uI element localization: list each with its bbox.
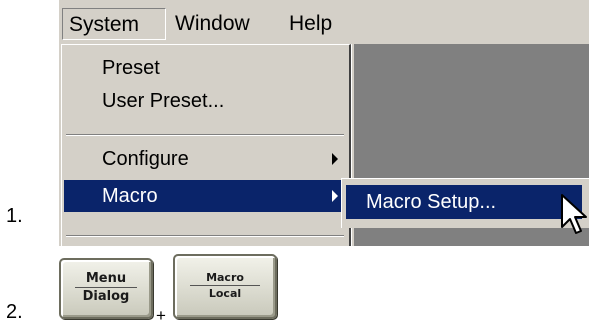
submenu-item-macro-setup[interactable]: Macro Setup...	[346, 185, 582, 219]
step-number-1: 1.	[6, 205, 23, 227]
menu-item-user-preset[interactable]: User Preset...	[64, 85, 348, 117]
key-label-line1: Macro	[206, 271, 244, 284]
menu-item-label: User Preset...	[102, 90, 225, 112]
macro-local-key[interactable]: Macro Local	[173, 254, 277, 319]
step-number-2: 2.	[6, 301, 23, 323]
key-label: Macro Local	[181, 261, 269, 310]
submenu-arrow-icon	[332, 153, 338, 165]
system-menu-dropdown: Preset User Preset... Configure Macro	[61, 44, 351, 246]
key-label-line2: Dialog	[82, 289, 130, 304]
menu-item-label: Configure	[102, 148, 189, 170]
key-divider	[74, 287, 138, 288]
submenu-arrow-icon	[332, 190, 338, 202]
menu-system[interactable]: System	[62, 8, 166, 40]
menu-help[interactable]: Help	[283, 8, 353, 40]
menu-separator	[66, 134, 344, 136]
menu-item-macro[interactable]: Macro	[64, 180, 348, 212]
macro-submenu: Macro Setup...	[341, 178, 589, 228]
key-label-line1: Menu	[85, 271, 127, 286]
menu-item-preset[interactable]: Preset	[64, 52, 348, 84]
key-label-line2: Local	[208, 287, 242, 300]
menu-item-label: Macro	[102, 185, 158, 207]
plus-sign: +	[156, 306, 166, 325]
menu-dialog-key[interactable]: Menu Dialog	[59, 258, 153, 319]
menu-separator	[66, 235, 344, 237]
menu-window[interactable]: Window	[169, 8, 281, 40]
mouse-pointer-icon	[561, 194, 587, 234]
menu-item-configure[interactable]: Configure	[64, 143, 348, 175]
key-label: Menu Dialog	[67, 265, 145, 310]
menu-screenshot: System Window Help Preset User Preset...…	[59, 0, 589, 246]
submenu-item-label: Macro Setup...	[366, 191, 497, 213]
menu-bar: System Window Help	[59, 0, 589, 44]
menu-item-label: Preset	[102, 57, 160, 79]
key-divider	[189, 285, 261, 286]
